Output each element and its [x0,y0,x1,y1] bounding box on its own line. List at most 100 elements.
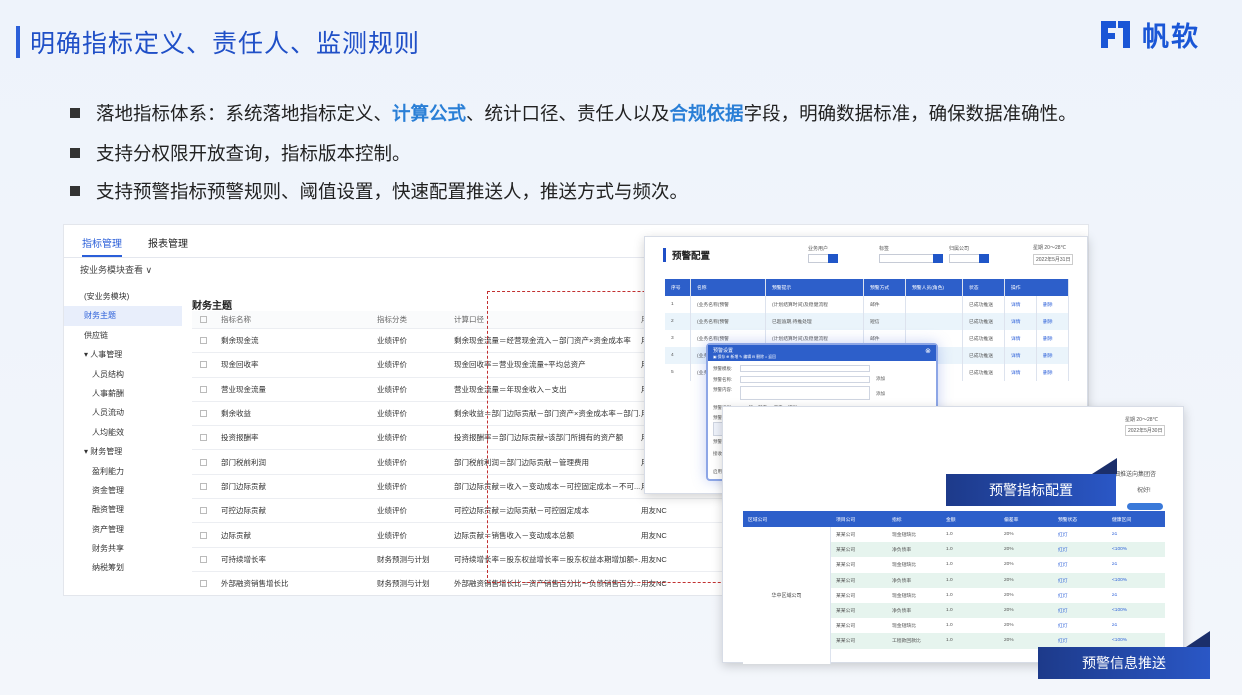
table-cell: 红灯 [1058,563,1068,569]
form-label: 预警名称: [713,377,733,382]
row-checkbox[interactable] [200,531,207,539]
row-checkbox[interactable] [200,434,207,442]
table-cell: 红灯 [1058,639,1068,645]
detail-link[interactable]: 详情 [1005,347,1037,364]
sidebar-item[interactable]: 资产管理 [64,520,182,539]
row-checkbox[interactable] [200,507,207,515]
dialog-toolbar[interactable]: ▣ 保存 ⊕ 新增 ✎ 编辑 ⊟ 删除 ⌂ 返回 [713,354,931,360]
table-cell: 业绩评价 [377,336,407,346]
table-cell [906,313,963,330]
name-input[interactable] [740,376,870,383]
table-cell: 2 [665,313,691,330]
sidebar-item[interactable]: 供应链 [64,326,182,345]
bullet-item: 支持预警指标预警规则、阈值设置，快速配置推送人，推送方式与频次。 [70,178,688,204]
row-checkbox[interactable] [200,458,207,466]
title-accent-bar [16,26,20,58]
table-cell: 3 [665,330,691,347]
table-cell: 某某公司 [836,609,856,615]
sidebar-item[interactable]: 人员流动 [64,403,182,422]
row-checkbox[interactable] [200,410,207,418]
table-cell: <100% [1112,577,1128,583]
sidebar: (安业务模块) 财务主题 供应链 ▾ 人事管理 人员结构 人事薪酬 人员流动 人均能效 ▾ 财务… [64,287,182,595]
close-icon[interactable]: ⊗ [925,347,931,355]
row-checkbox[interactable] [200,482,207,490]
table-cell: 1.0 [946,577,953,583]
user-select[interactable] [808,254,838,263]
table-cell: 20% [1004,577,1014,583]
add-link[interactable]: 添加 [876,376,885,382]
bullet-square-icon [70,186,80,196]
table-cell: 已成功推送 [963,313,1005,330]
detail-link[interactable]: 详情 [1005,364,1037,381]
weather-note: 星期 20～28℃ [1125,417,1159,423]
form-label: 预警内容: [713,387,733,392]
table-cell: 剩余收益 [221,409,251,419]
table-cell: 1.0 [946,532,953,538]
table-cell: 业绩评价 [377,481,407,491]
config-row[interactable]: 2 (业务名称)预警 已超逾期,待推处理 短信 已成功推送 详情 删除 [665,313,1069,330]
delete-link[interactable]: 删除 [1037,313,1069,330]
delete-link[interactable]: 删除 [1037,330,1069,347]
select-all-checkbox[interactable] [200,316,207,323]
sidebar-item[interactable]: 资金管理 [64,481,182,500]
table-cell: 业绩评价 [377,384,407,394]
table-cell: 工程款回款比 [892,639,921,645]
table-cell: 某某公司 [836,639,856,645]
sidebar-item[interactable]: 财务主题 [64,306,182,326]
detail-link[interactable]: 详情 [1005,296,1037,313]
table-cell: 1.0 [946,623,953,629]
sidebar-item[interactable]: (安业务模块) [64,287,182,306]
content-input[interactable] [740,386,870,400]
sidebar-item[interactable]: 盈利能力 [64,462,182,481]
sidebar-item[interactable]: 人事薪酬 [64,384,182,403]
table-cell: 1.0 [946,638,953,644]
sidebar-item[interactable]: 融资管理 [64,500,182,519]
sidebar-item[interactable]: ▾ 人事管理 [64,345,182,364]
table-cell: ≥1 [1112,562,1118,568]
table-cell: 营业现金流量 [221,384,266,394]
detail-link[interactable]: 详情 [1005,330,1037,347]
template-select[interactable] [740,365,870,372]
sidebar-item[interactable]: 人均能效 [64,423,182,442]
action-icons[interactable] [1127,503,1163,510]
table-cell: 红灯 [1058,578,1068,584]
sidebar-item[interactable]: 纳税筹划 [64,558,182,577]
tab-indicator-management[interactable]: 指标管理 [82,235,122,257]
view-by-module-select[interactable]: 按业务模块查看 ∨ [80,263,152,276]
tag-select[interactable] [879,254,943,263]
table-cell: 某某公司 [836,624,856,630]
sidebar-item[interactable]: 人员结构 [64,365,182,384]
table-cell: 已成功推送 [963,347,1005,364]
table-cell: 20% [1004,638,1014,644]
delete-link[interactable]: 删除 [1037,364,1069,381]
delete-link[interactable]: 删除 [1037,347,1069,364]
table-cell: ≥1 [1112,592,1118,598]
warning-push-window: 星期 20～28℃ 2022年5月30日 ...明细推送向集团咨 祝好! 区域公… [722,406,1184,664]
config-row[interactable]: 1 (业务名称)预警 (计划结算时间)及稳健流程 邮件 已成功推送 详情 删除 [665,296,1069,313]
push-table: 区域公司 项目公司 指标 金额 偏差率 预警状态 健康区间 华中区域公司 某某公… [743,511,1165,664]
sidebar-item[interactable]: 财务共享 [64,539,182,558]
table-cell: 部门边际贡献 [221,481,266,491]
section-title: 财务主题 [192,301,232,312]
row-checkbox[interactable] [200,361,207,369]
delete-link[interactable]: 删除 [1037,296,1069,313]
row-checkbox[interactable] [200,385,207,393]
table-cell: 业绩评价 [377,409,407,419]
table-cell: (业务名称)预警 [691,296,766,313]
tab-report-management[interactable]: 报表管理 [148,235,188,257]
table-cell: 20% [1004,623,1014,629]
email-greeting: 祝好! [1137,488,1151,494]
sidebar-item[interactable]: ▾ 财务管理 [64,442,182,461]
row-checkbox[interactable] [200,337,207,345]
table-cell: 现金短缺比 [892,533,916,539]
detail-link[interactable]: 详情 [1005,313,1037,330]
company-select[interactable] [949,254,989,263]
banner-warning-push: 预警信息推送 [1038,647,1210,679]
table-cell: 投资报酬率 [221,433,259,443]
row-checkbox[interactable] [200,555,207,563]
push-table-header: 区域公司 项目公司 指标 金额 偏差率 预警状态 健康区间 [743,511,1165,527]
row-checkbox[interactable] [200,580,207,588]
table-cell: 业绩评价 [377,433,407,443]
add-link[interactable]: 添加 [876,391,885,397]
table-cell: 现金短缺比 [892,624,916,630]
